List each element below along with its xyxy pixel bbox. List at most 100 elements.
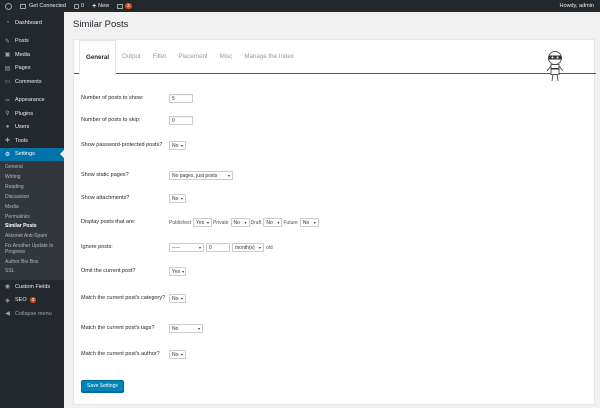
submenu-discussion[interactable]: Discussion	[0, 193, 64, 203]
wordpress-logo-icon[interactable]	[0, 0, 16, 12]
seo-badge: 3	[29, 297, 37, 304]
collapse-icon: ◀	[5, 311, 10, 318]
sidebar-label: Comments	[15, 78, 42, 85]
ignore-period-select[interactable]: ----- ▾	[169, 243, 204, 252]
main-content: Similar Posts General Output Filter Plac…	[64, 12, 600, 408]
tab-placement[interactable]: Placement	[172, 40, 213, 74]
tab-output[interactable]: Output	[116, 40, 147, 74]
sidebar-label: Settings	[15, 151, 35, 158]
match-author-select[interactable]: No ▾	[169, 350, 186, 359]
sidebar-item-appearance[interactable]: ✑ Appearance	[0, 94, 64, 108]
sidebar-item-posts[interactable]: ✎ Posts	[0, 35, 64, 49]
submenu-author-bio[interactable]: Author Bio Box	[0, 257, 64, 267]
skip-posts-input[interactable]: 0	[169, 116, 193, 125]
collapse-menu-button[interactable]: ◀ Collapse menu	[0, 307, 64, 321]
sidebar-item-users[interactable]: ● Users	[0, 121, 64, 135]
users-icon: ●	[5, 124, 10, 131]
select-value: No	[172, 295, 179, 302]
future-select[interactable]: No ▾	[299, 218, 319, 227]
sidebar-item-pages[interactable]: ▤ Pages	[0, 62, 64, 76]
comment-bubble-icon	[74, 3, 79, 9]
account-menu[interactable]: Howdy, admin	[556, 0, 600, 12]
omit-current-select[interactable]: Yes ▾	[169, 267, 186, 276]
draft-select[interactable]: No ▾	[263, 218, 283, 227]
new-label: New	[98, 3, 110, 9]
submenu-ssl[interactable]: SSL	[0, 267, 64, 277]
chevron-down-icon: ▾	[180, 143, 183, 148]
dashboard-icon: ◔	[5, 19, 10, 26]
new-content-link[interactable]: + New	[88, 0, 113, 12]
ignore-number-input[interactable]: 0	[206, 243, 230, 252]
sidebar-label: Dashboard	[15, 19, 42, 26]
attachments-select[interactable]: No ▾	[169, 194, 186, 203]
plugin-icon: ⚲	[5, 111, 10, 118]
select-value: No	[172, 195, 179, 202]
num-posts-input[interactable]: 5	[169, 94, 193, 103]
pin-icon: ✎	[4, 38, 11, 45]
submenu-similar-posts[interactable]: Similar Posts	[0, 222, 64, 232]
settings-panel: General Output Filter Placement Misc Man…	[73, 39, 596, 405]
updates-badge: 3	[125, 3, 132, 9]
chevron-down-icon: ▾	[227, 173, 230, 178]
submenu-permalinks[interactable]: Permalinks	[0, 212, 64, 222]
chevron-down-icon: ▾	[206, 220, 209, 225]
select-value: month(s)	[235, 244, 255, 251]
row-display-posts: Display posts that are: Published Yes ▾ P…	[81, 218, 581, 227]
submenu-akismet[interactable]: Akismet Anti-Spam	[0, 232, 64, 242]
sidebar-item-media[interactable]: ▣ Media	[0, 48, 64, 62]
select-value: No	[172, 142, 179, 149]
comments-link[interactable]: 0	[70, 0, 88, 12]
password-select[interactable]: No ▾	[169, 141, 186, 150]
save-settings-button[interactable]: Save Settings	[81, 380, 124, 392]
row-skip-posts: Number of posts to skip: 0	[81, 116, 581, 125]
sidebar-item-settings[interactable]: ⚙ Settings	[0, 147, 64, 161]
select-value: No	[233, 219, 240, 226]
tab-manage-index[interactable]: Manage the Index	[238, 40, 300, 74]
settings-submenu: General Writing Reading Discussion Media…	[0, 161, 64, 281]
future-label: Future	[283, 219, 298, 226]
seo-icon: ◈	[5, 297, 10, 304]
row-password: Show password-protected posts? No ▾	[81, 141, 581, 150]
submenu-reading[interactable]: Reading	[0, 183, 64, 193]
attachments-label: Show attachments?	[81, 195, 130, 201]
custom-fields-icon: ◉	[4, 284, 11, 291]
tab-general[interactable]: General	[79, 39, 117, 75]
sidebar-label: Appearance	[15, 97, 45, 104]
tab-misc[interactable]: Misc	[214, 40, 239, 74]
sidebar-item-tools[interactable]: ✚ Tools	[0, 134, 64, 148]
draft-label: Draft	[250, 219, 262, 226]
sidebar-item-plugins[interactable]: ⚲ Plugins	[0, 107, 64, 121]
site-name-link[interactable]: Get Connected	[29, 3, 66, 9]
submenu-writing[interactable]: Writing	[0, 173, 64, 183]
select-value: -----	[172, 244, 181, 251]
select-value: No pages, just posts	[172, 172, 218, 179]
match-category-select[interactable]: No ▾	[169, 294, 186, 303]
sidebar-item-dashboard[interactable]: ◔ Dashboard	[0, 16, 64, 30]
sidebar-item-comments[interactable]: ▭ Comments	[0, 75, 64, 89]
sidebar-item-seo[interactable]: ◈ SEO 3	[0, 294, 64, 308]
match-tags-select[interactable]: No ▾	[169, 324, 203, 333]
chevron-down-icon: ▾	[180, 352, 183, 357]
sidebar-label: Pages	[15, 65, 31, 72]
num-posts-label: Number of posts to show:	[81, 95, 144, 101]
submenu-media[interactable]: Media	[0, 203, 64, 213]
select-value: Yes	[195, 219, 205, 226]
static-pages-select[interactable]: No pages, just posts ▾	[169, 171, 233, 180]
tab-filter[interactable]: Filter	[147, 40, 173, 74]
submenu-fix-update[interactable]: Fix Another Update In Progress	[0, 242, 64, 257]
ignore-unit-select[interactable]: month(s) ▾	[232, 243, 264, 252]
private-select[interactable]: No ▾	[230, 218, 250, 227]
row-omit-current: Omit the current post? Yes ▾	[81, 267, 581, 276]
submenu-general[interactable]: General	[0, 163, 64, 173]
chevron-down-icon: ▾	[258, 245, 261, 250]
updates-link[interactable]: 3	[113, 0, 136, 12]
password-label: Show password-protected posts?	[81, 142, 163, 148]
site-home-icon[interactable]: Get Connected	[16, 0, 70, 12]
match-author-label: Match the current post's author?	[81, 351, 160, 357]
display-status-group: Published Yes ▾ Private No ▾ Draft No ▾ Fut…	[169, 218, 319, 227]
published-select[interactable]: Yes ▾	[192, 218, 212, 227]
sidebar-label: SEO	[15, 297, 27, 304]
chevron-down-icon: ▾	[198, 245, 201, 250]
media-icon: ▣	[4, 52, 11, 59]
sidebar-item-custom-fields[interactable]: ◉ Custom Fields	[0, 280, 64, 294]
